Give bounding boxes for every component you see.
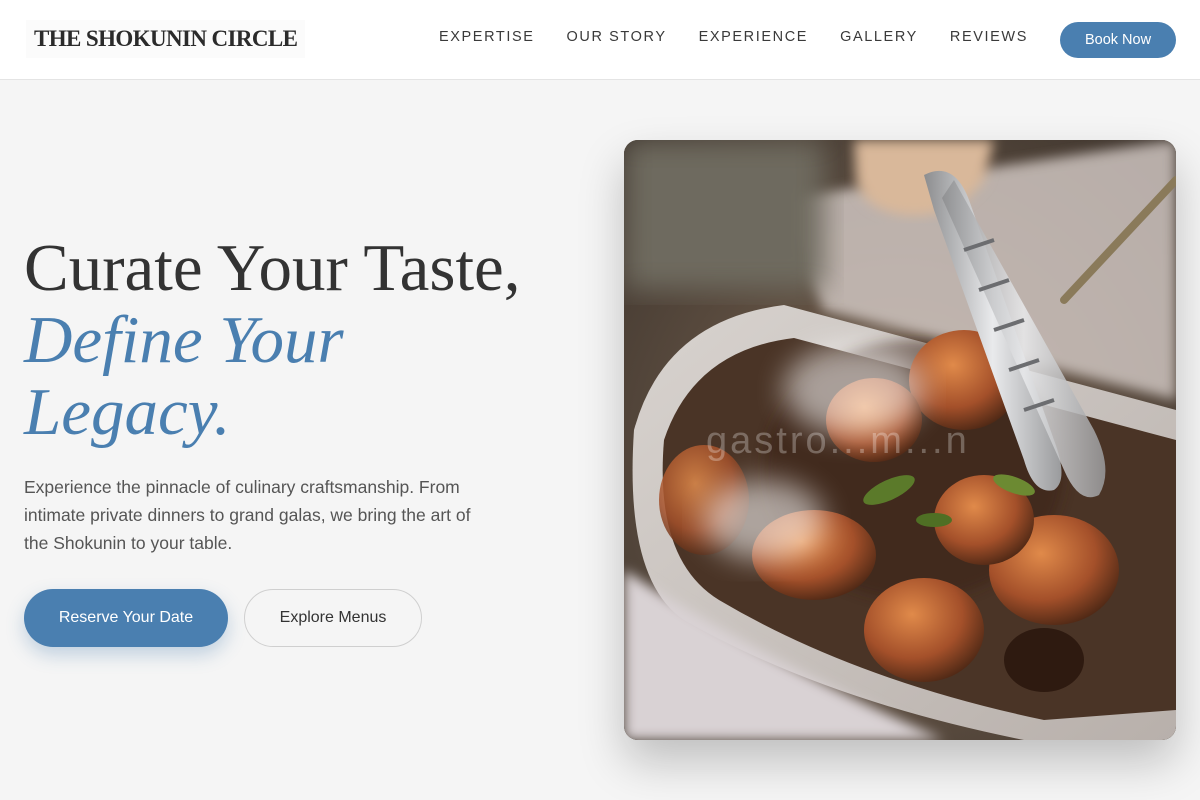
image-watermark: gastro...m...n: [706, 420, 970, 462]
site-header: THE SHOKUNIN CIRCLE EXPERTISE OUR STORY …: [0, 0, 1200, 80]
hero-title: Curate Your Taste, Define Your Legacy.: [24, 232, 521, 448]
nav-item-expertise[interactable]: EXPERTISE: [439, 29, 535, 45]
hero-title-line: Curate Your Taste,: [24, 231, 521, 305]
brand-logo[interactable]: THE SHOKUNIN CIRCLE: [26, 20, 306, 58]
book-now-button[interactable]: Book Now: [1060, 22, 1176, 58]
hero-title-accent-line: Define Your: [24, 303, 344, 377]
hero-title-accent-line: Legacy.: [24, 375, 231, 449]
reserve-date-button[interactable]: Reserve Your Date: [24, 589, 228, 647]
nav-item-our-story[interactable]: OUR STORY: [567, 29, 667, 45]
nav-item-gallery[interactable]: GALLERY: [840, 29, 918, 45]
hero-description: Experience the pinnacle of culinary craf…: [24, 477, 471, 553]
hero-food-image: gastro...m...n: [624, 140, 1176, 740]
nav-item-experience[interactable]: EXPERIENCE: [699, 29, 808, 45]
nav-item-reviews[interactable]: REVIEWS: [950, 29, 1028, 45]
main-nav: EXPERTISE OUR STORY EXPERIENCE GALLERY R…: [439, 29, 1028, 45]
explore-menus-button[interactable]: Explore Menus: [244, 589, 422, 647]
